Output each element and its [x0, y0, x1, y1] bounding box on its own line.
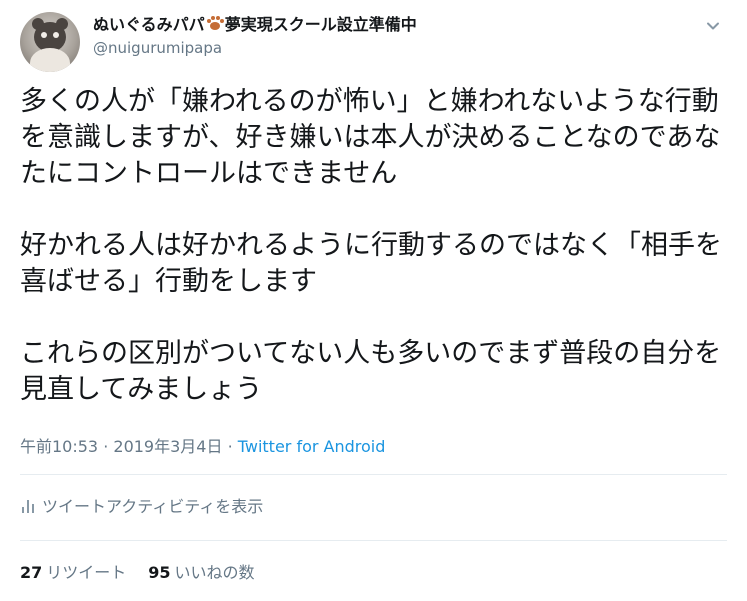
retweets-count: 27: [20, 563, 43, 582]
user-handle[interactable]: @nuigurumipapa: [93, 38, 417, 58]
activity-label: ツイートアクティビティを表示: [42, 497, 264, 516]
likes-label: いいねの数: [174, 563, 255, 582]
tweet-stats: 27 リツイート 95 いいねの数: [20, 562, 255, 584]
retweets-stat[interactable]: 27 リツイート: [20, 562, 126, 584]
user-info: ぬいぐるみパパ 夢実現スクール設立準備中 @nuigurumipapa: [93, 14, 417, 58]
avatar[interactable]: [20, 12, 80, 72]
avatar-bear-eye-right: [53, 32, 59, 38]
display-name[interactable]: ぬいぐるみパパ 夢実現スクール設立準備中: [93, 14, 417, 36]
paw-emoji-icon: [206, 16, 224, 31]
bar-chart-icon: [20, 498, 36, 514]
tweet-header: ぬいぐるみパパ 夢実現スクール設立準備中 @nuigurumipapa: [20, 10, 727, 74]
tweet-card: ぬいぐるみパパ 夢実現スクール設立準備中 @nuigurumipapa 多くの人が…: [0, 0, 747, 601]
avatar-bear-body: [30, 48, 70, 72]
retweets-label: リツイート: [46, 563, 127, 582]
tweet-paragraph-3: これらの区別がついてない人も多いのでまず普段の自分を見直してみましょう: [20, 338, 722, 405]
chevron-down-icon[interactable]: [703, 16, 723, 36]
meta-separator-2: ·: [222, 437, 238, 456]
display-name-suffix: 夢実現スクール設立準備中: [224, 15, 417, 34]
meta-separator: ·: [98, 437, 114, 456]
tweet-date[interactable]: 2019年3月4日: [113, 437, 222, 456]
display-name-prefix: ぬいぐるみパパ: [93, 15, 205, 34]
tweet-paragraph-2: 好かれる人は好かれるように行動するのではなく「相手を喜ばせる」行動をします: [20, 230, 722, 297]
tweet-meta: 午前10:53 · 2019年3月4日 · Twitter for Androi…: [20, 436, 385, 458]
tweet-source-link[interactable]: Twitter for Android: [238, 437, 386, 456]
tweet-text: 多くの人が「嫌われるのが怖い」と嫌われないような行動を意識しますが、好き嫌いは本…: [20, 84, 727, 408]
divider-top: [20, 474, 727, 475]
avatar-bear-eye-left: [41, 32, 47, 38]
tweet-time[interactable]: 午前10:53: [20, 437, 98, 456]
likes-stat[interactable]: 95 いいねの数: [148, 562, 254, 584]
divider-bottom: [20, 540, 727, 541]
view-tweet-activity-button[interactable]: ツイートアクティビティを表示: [20, 496, 263, 518]
likes-count: 95: [148, 563, 171, 582]
tweet-paragraph-1: 多くの人が「嫌われるのが怖い」と嫌われないような行動を意識しますが、好き嫌いは本…: [20, 86, 721, 189]
